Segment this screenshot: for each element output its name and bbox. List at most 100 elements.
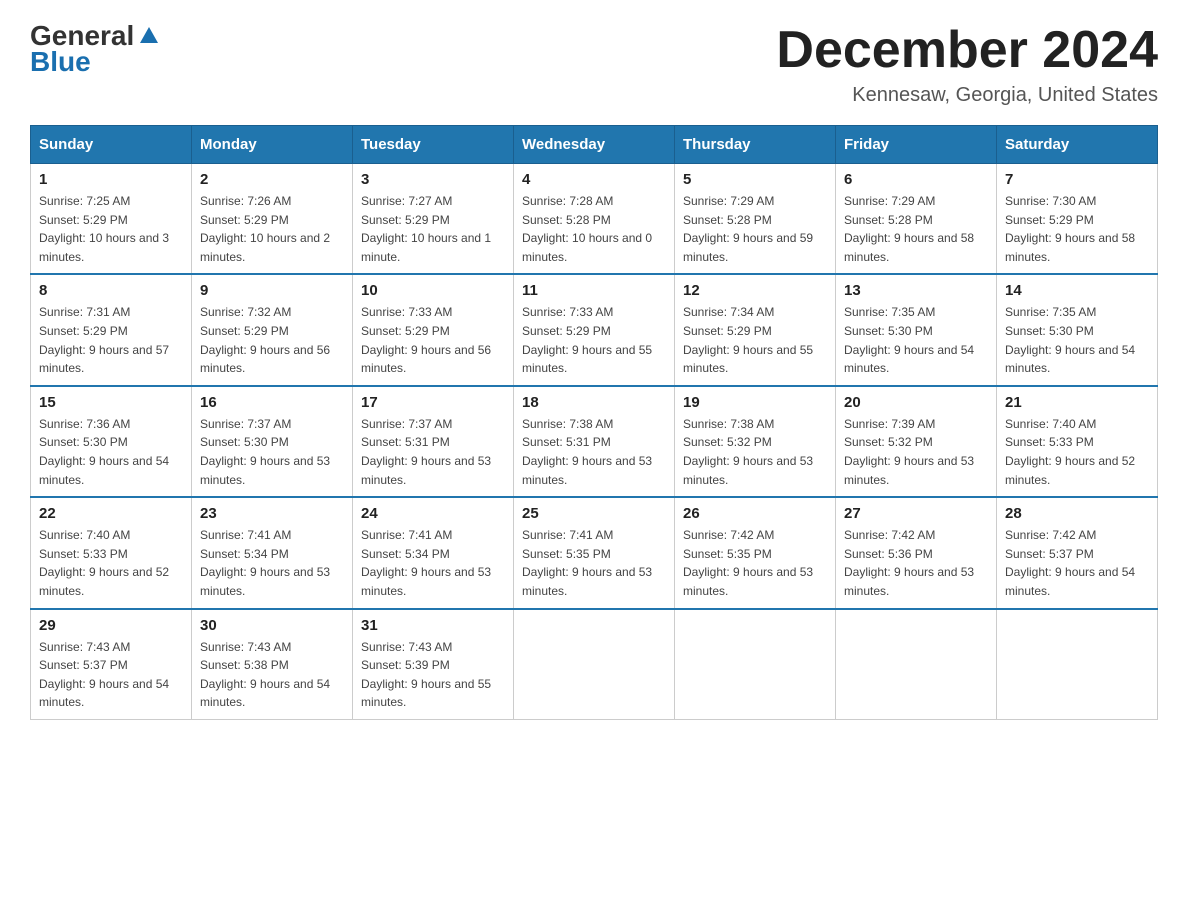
day-info: Sunrise: 7:38 AMSunset: 5:32 PMDaylight:…: [683, 415, 827, 489]
day-number: 7: [1005, 171, 1149, 188]
weekday-header-monday: Monday: [192, 126, 353, 164]
day-info: Sunrise: 7:39 AMSunset: 5:32 PMDaylight:…: [844, 415, 988, 489]
day-info: Sunrise: 7:43 AMSunset: 5:38 PMDaylight:…: [200, 638, 344, 712]
day-number: 6: [844, 171, 988, 188]
calendar-cell: 24 Sunrise: 7:41 AMSunset: 5:34 PMDaylig…: [353, 497, 514, 608]
calendar-cell: 26 Sunrise: 7:42 AMSunset: 5:35 PMDaylig…: [675, 497, 836, 608]
calendar-cell: 18 Sunrise: 7:38 AMSunset: 5:31 PMDaylig…: [514, 386, 675, 497]
calendar-cell: 5 Sunrise: 7:29 AMSunset: 5:28 PMDayligh…: [675, 164, 836, 275]
day-info: Sunrise: 7:29 AMSunset: 5:28 PMDaylight:…: [683, 192, 827, 266]
calendar-cell: 8 Sunrise: 7:31 AMSunset: 5:29 PMDayligh…: [31, 274, 192, 385]
day-info: Sunrise: 7:41 AMSunset: 5:35 PMDaylight:…: [522, 526, 666, 600]
weekday-header-thursday: Thursday: [675, 126, 836, 164]
day-number: 26: [683, 505, 827, 522]
day-info: Sunrise: 7:42 AMSunset: 5:36 PMDaylight:…: [844, 526, 988, 600]
calendar-cell: 31 Sunrise: 7:43 AMSunset: 5:39 PMDaylig…: [353, 609, 514, 720]
day-number: 16: [200, 394, 344, 411]
day-number: 4: [522, 171, 666, 188]
day-number: 10: [361, 282, 505, 299]
day-info: Sunrise: 7:35 AMSunset: 5:30 PMDaylight:…: [844, 303, 988, 377]
calendar-cell: 1 Sunrise: 7:25 AMSunset: 5:29 PMDayligh…: [31, 164, 192, 275]
day-info: Sunrise: 7:33 AMSunset: 5:29 PMDaylight:…: [361, 303, 505, 377]
calendar-cell: 10 Sunrise: 7:33 AMSunset: 5:29 PMDaylig…: [353, 274, 514, 385]
day-info: Sunrise: 7:35 AMSunset: 5:30 PMDaylight:…: [1005, 303, 1149, 377]
calendar-header-row: SundayMondayTuesdayWednesdayThursdayFrid…: [31, 126, 1158, 164]
calendar-cell: 29 Sunrise: 7:43 AMSunset: 5:37 PMDaylig…: [31, 609, 192, 720]
day-number: 23: [200, 505, 344, 522]
logo-triangle-icon: [138, 23, 160, 45]
day-number: 19: [683, 394, 827, 411]
day-number: 5: [683, 171, 827, 188]
day-info: Sunrise: 7:29 AMSunset: 5:28 PMDaylight:…: [844, 192, 988, 266]
calendar-cell: 7 Sunrise: 7:30 AMSunset: 5:29 PMDayligh…: [997, 164, 1158, 275]
day-info: Sunrise: 7:37 AMSunset: 5:30 PMDaylight:…: [200, 415, 344, 489]
calendar-cell: [514, 609, 675, 720]
calendar-cell: 4 Sunrise: 7:28 AMSunset: 5:28 PMDayligh…: [514, 164, 675, 275]
day-number: 24: [361, 505, 505, 522]
calendar-cell: 14 Sunrise: 7:35 AMSunset: 5:30 PMDaylig…: [997, 274, 1158, 385]
day-number: 18: [522, 394, 666, 411]
day-number: 27: [844, 505, 988, 522]
weekday-header-tuesday: Tuesday: [353, 126, 514, 164]
day-number: 1: [39, 171, 183, 188]
calendar-week-row: 8 Sunrise: 7:31 AMSunset: 5:29 PMDayligh…: [31, 274, 1158, 385]
day-info: Sunrise: 7:37 AMSunset: 5:31 PMDaylight:…: [361, 415, 505, 489]
day-number: 29: [39, 617, 183, 634]
day-number: 13: [844, 282, 988, 299]
day-info: Sunrise: 7:31 AMSunset: 5:29 PMDaylight:…: [39, 303, 183, 377]
calendar-cell: 3 Sunrise: 7:27 AMSunset: 5:29 PMDayligh…: [353, 164, 514, 275]
calendar-cell: 6 Sunrise: 7:29 AMSunset: 5:28 PMDayligh…: [836, 164, 997, 275]
day-info: Sunrise: 7:32 AMSunset: 5:29 PMDaylight:…: [200, 303, 344, 377]
logo: General Blue: [30, 20, 160, 78]
calendar-cell: 20 Sunrise: 7:39 AMSunset: 5:32 PMDaylig…: [836, 386, 997, 497]
day-number: 14: [1005, 282, 1149, 299]
calendar-week-row: 29 Sunrise: 7:43 AMSunset: 5:37 PMDaylig…: [31, 609, 1158, 720]
calendar-cell: 17 Sunrise: 7:37 AMSunset: 5:31 PMDaylig…: [353, 386, 514, 497]
calendar-cell: [836, 609, 997, 720]
weekday-header-wednesday: Wednesday: [514, 126, 675, 164]
day-number: 31: [361, 617, 505, 634]
calendar-cell: 27 Sunrise: 7:42 AMSunset: 5:36 PMDaylig…: [836, 497, 997, 608]
calendar-cell: 12 Sunrise: 7:34 AMSunset: 5:29 PMDaylig…: [675, 274, 836, 385]
weekday-header-sunday: Sunday: [31, 126, 192, 164]
title-section: December 2024 Kennesaw, Georgia, United …: [776, 20, 1158, 107]
calendar-cell: 2 Sunrise: 7:26 AMSunset: 5:29 PMDayligh…: [192, 164, 353, 275]
day-info: Sunrise: 7:27 AMSunset: 5:29 PMDaylight:…: [361, 192, 505, 266]
day-number: 2: [200, 171, 344, 188]
day-info: Sunrise: 7:40 AMSunset: 5:33 PMDaylight:…: [39, 526, 183, 600]
calendar-cell: 13 Sunrise: 7:35 AMSunset: 5:30 PMDaylig…: [836, 274, 997, 385]
day-number: 22: [39, 505, 183, 522]
day-info: Sunrise: 7:40 AMSunset: 5:33 PMDaylight:…: [1005, 415, 1149, 489]
day-number: 12: [683, 282, 827, 299]
day-number: 15: [39, 394, 183, 411]
day-number: 30: [200, 617, 344, 634]
day-info: Sunrise: 7:28 AMSunset: 5:28 PMDaylight:…: [522, 192, 666, 266]
day-number: 17: [361, 394, 505, 411]
day-info: Sunrise: 7:36 AMSunset: 5:30 PMDaylight:…: [39, 415, 183, 489]
calendar-cell: [997, 609, 1158, 720]
day-info: Sunrise: 7:43 AMSunset: 5:39 PMDaylight:…: [361, 638, 505, 712]
day-number: 3: [361, 171, 505, 188]
weekday-header-friday: Friday: [836, 126, 997, 164]
day-info: Sunrise: 7:42 AMSunset: 5:35 PMDaylight:…: [683, 526, 827, 600]
calendar-cell: [675, 609, 836, 720]
calendar-cell: 22 Sunrise: 7:40 AMSunset: 5:33 PMDaylig…: [31, 497, 192, 608]
day-info: Sunrise: 7:43 AMSunset: 5:37 PMDaylight:…: [39, 638, 183, 712]
day-info: Sunrise: 7:41 AMSunset: 5:34 PMDaylight:…: [361, 526, 505, 600]
day-info: Sunrise: 7:38 AMSunset: 5:31 PMDaylight:…: [522, 415, 666, 489]
calendar-cell: 19 Sunrise: 7:38 AMSunset: 5:32 PMDaylig…: [675, 386, 836, 497]
day-info: Sunrise: 7:30 AMSunset: 5:29 PMDaylight:…: [1005, 192, 1149, 266]
day-info: Sunrise: 7:26 AMSunset: 5:29 PMDaylight:…: [200, 192, 344, 266]
day-info: Sunrise: 7:42 AMSunset: 5:37 PMDaylight:…: [1005, 526, 1149, 600]
day-number: 21: [1005, 394, 1149, 411]
calendar-cell: 15 Sunrise: 7:36 AMSunset: 5:30 PMDaylig…: [31, 386, 192, 497]
day-number: 28: [1005, 505, 1149, 522]
calendar-subtitle: Kennesaw, Georgia, United States: [776, 84, 1158, 107]
day-info: Sunrise: 7:34 AMSunset: 5:29 PMDaylight:…: [683, 303, 827, 377]
logo-text-blue: Blue: [30, 46, 91, 78]
day-info: Sunrise: 7:41 AMSunset: 5:34 PMDaylight:…: [200, 526, 344, 600]
calendar-cell: 9 Sunrise: 7:32 AMSunset: 5:29 PMDayligh…: [192, 274, 353, 385]
day-number: 8: [39, 282, 183, 299]
page-header: General Blue December 2024 Kennesaw, Geo…: [30, 20, 1158, 107]
day-number: 25: [522, 505, 666, 522]
